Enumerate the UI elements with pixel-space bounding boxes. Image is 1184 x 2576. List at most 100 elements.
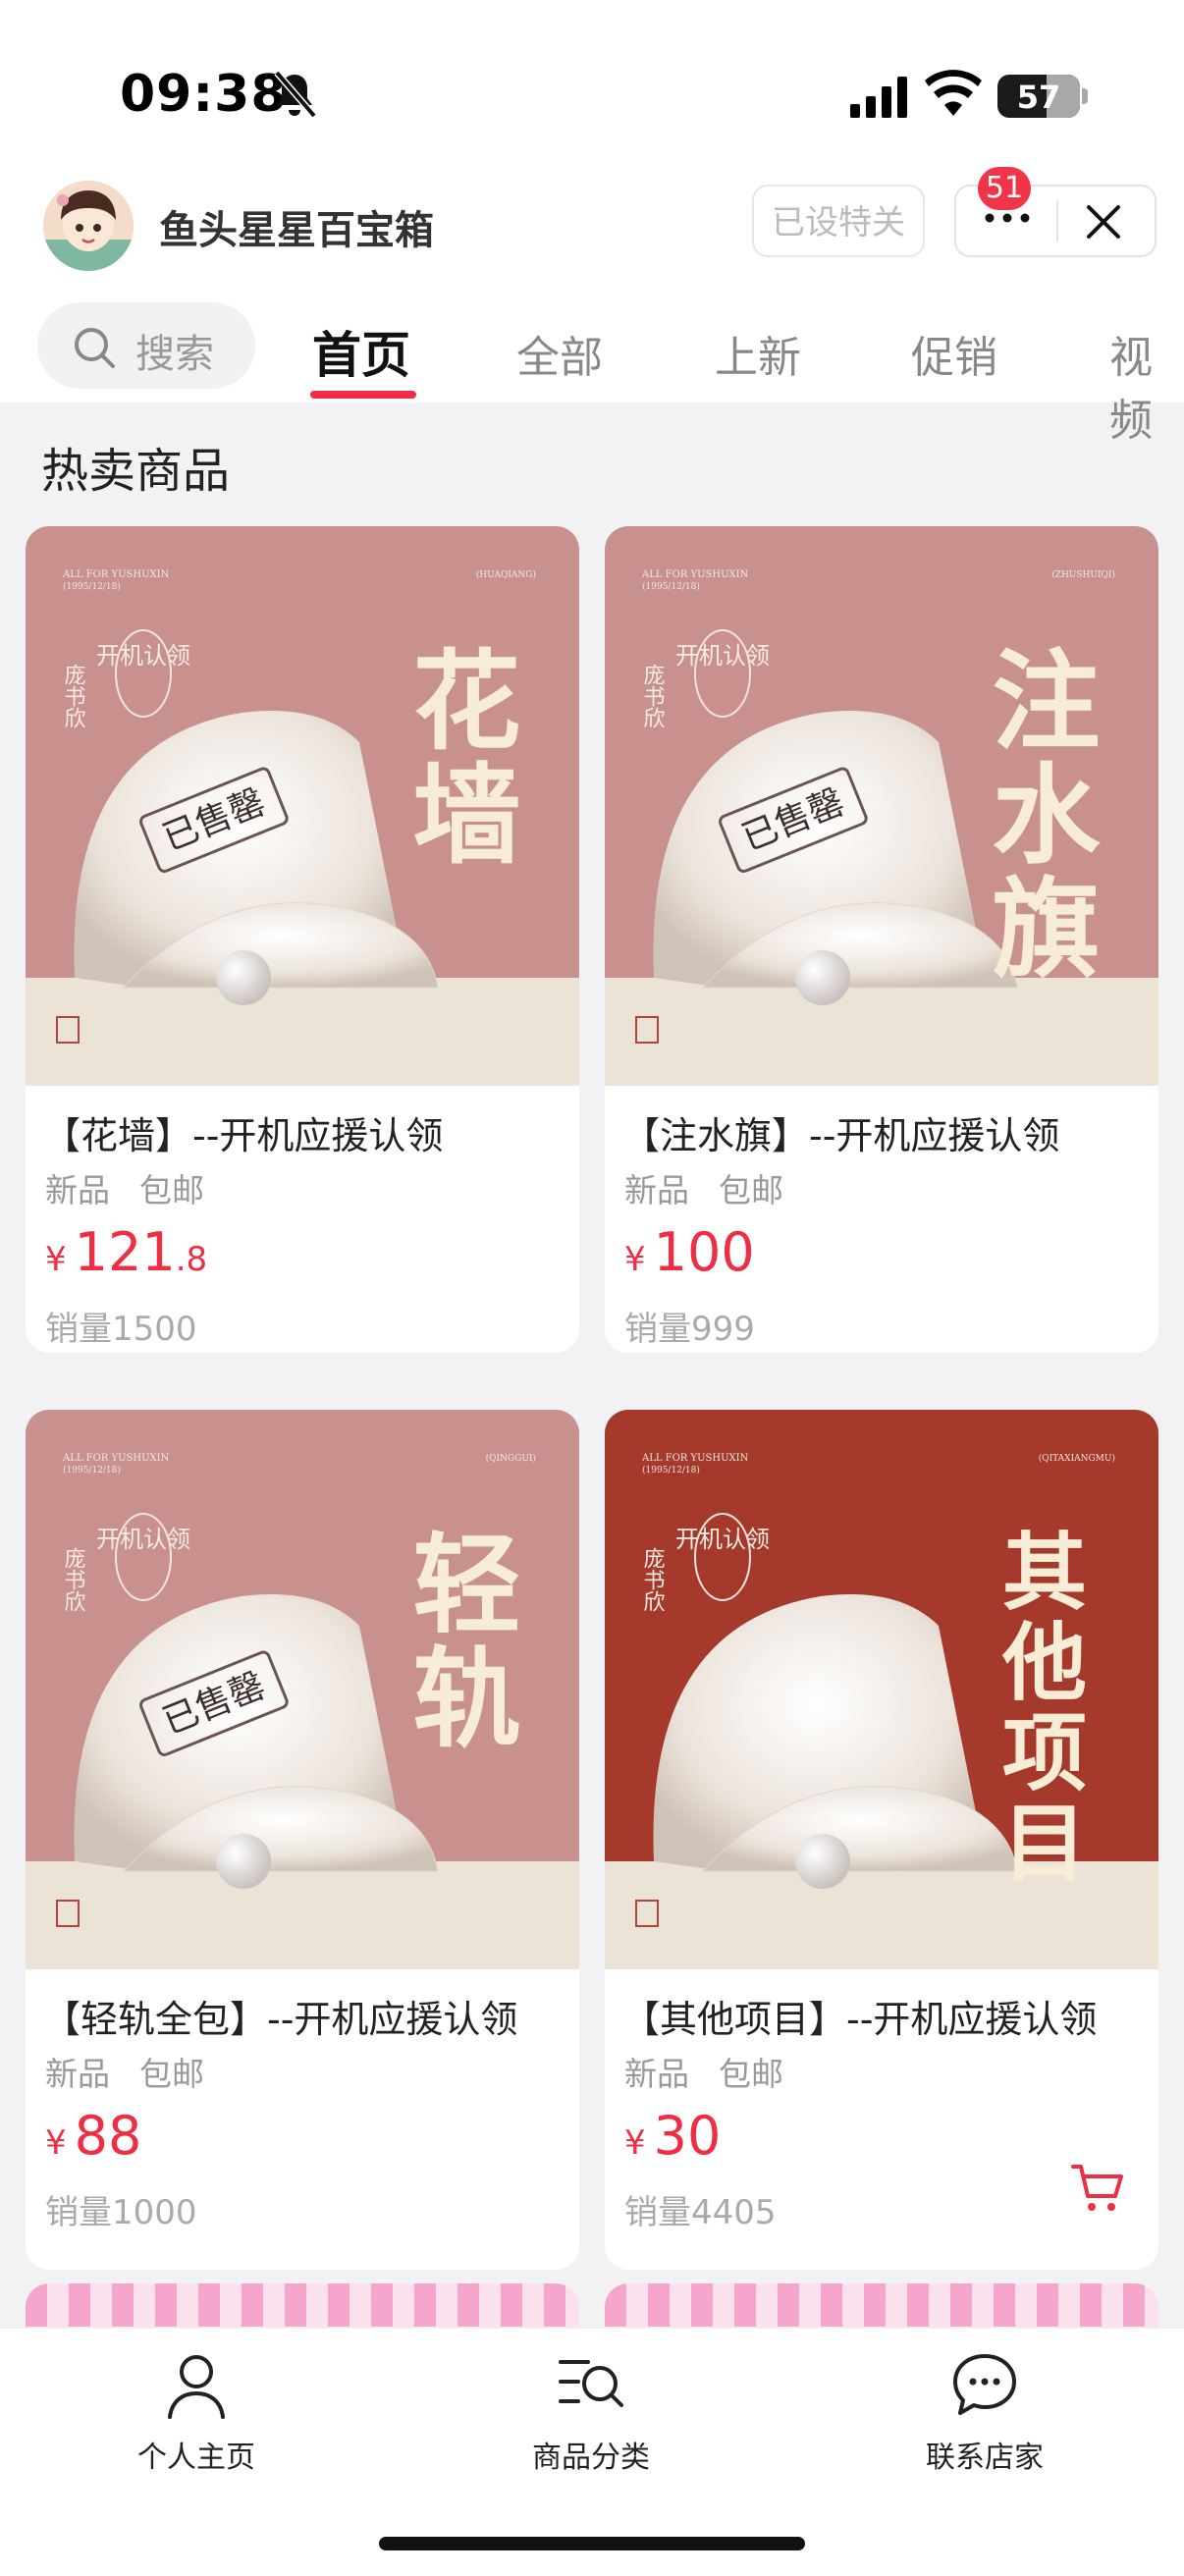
nav-categories[interactable]: 商品分类: [483, 2348, 699, 2476]
price-decimal: .8: [175, 1240, 208, 1279]
shop-header: 鱼头星星百宝箱 已设特关 51 搜索 首页 全部 上新 促销 视频: [0, 157, 1184, 446]
price-integer: 88: [74, 2105, 142, 2167]
product-title[interactable]: 【注水旗】--开机应援认领: [622, 1105, 1143, 1159]
clock: 09:38: [120, 65, 288, 124]
special-follow-button[interactable]: 已设特关: [752, 185, 925, 257]
art-date: (1995/12/18): [63, 581, 121, 592]
price-integer: 30: [653, 2105, 722, 2167]
nav-contact-seller[interactable]: 联系店家: [877, 2348, 1093, 2476]
art-code: (QITAXIANGMU): [1039, 1453, 1115, 1464]
tag-new: 新品: [624, 2055, 689, 2093]
art-brand: ALL FOR YUSHUXIN: [62, 569, 170, 580]
tab-all[interactable]: 全部: [516, 322, 603, 385]
sales-count: 销量4405: [624, 2193, 777, 2232]
nav-categories-label: 商品分类: [532, 2441, 650, 2475]
tag-new: 新品: [624, 1171, 689, 1209]
product-card[interactable]: ALL FOR YUSHUXIN (1995/12/18) (ZHUSHUIQI…: [605, 526, 1158, 1353]
tag-new: 新品: [45, 1171, 110, 1209]
category-search-icon: [559, 2360, 623, 2407]
product-price: ¥100: [624, 1221, 755, 1283]
art-date: (1995/12/18): [63, 1465, 121, 1476]
chat-icon: [953, 2354, 1016, 2415]
product-image[interactable]: ALL FOR YUSHUXIN (1995/12/18) (QINGGUI) …: [26, 1410, 579, 1969]
product-tags: 新品 包邮: [45, 1164, 204, 1211]
product-price: ¥88: [45, 2105, 141, 2167]
art-side: 开机认领: [675, 1526, 770, 1553]
add-to-cart-icon[interactable]: [1070, 2162, 1125, 2215]
art-title: 注水旗: [974, 644, 1101, 986]
art-title: 花墙: [395, 644, 521, 872]
battery-cap: [1082, 88, 1088, 104]
nav-profile-label: 个人主页: [137, 2441, 255, 2475]
close-icon[interactable]: [1084, 202, 1123, 242]
shop-avatar[interactable]: [43, 181, 134, 271]
art-side: 开机认领: [96, 1526, 190, 1553]
more-icon[interactable]: [982, 208, 1033, 228]
tag-free-shipping: 包邮: [719, 1171, 783, 1209]
tag-free-shipping: 包邮: [139, 2055, 204, 2093]
currency-symbol: ¥: [45, 2123, 67, 2163]
product-tags: 新品 包邮: [45, 2048, 204, 2095]
active-tab-indicator: [310, 391, 416, 399]
art-date: (1995/12/18): [642, 581, 700, 592]
status-bar: 09:38 57: [0, 0, 1184, 157]
art-code: (ZHUSHUIQI): [1051, 569, 1115, 580]
art-side: 开机认领: [96, 642, 190, 670]
nav-contact-label: 联系店家: [926, 2441, 1044, 2475]
product-title[interactable]: 【花墙】--开机应援认领: [43, 1105, 564, 1159]
art-code: (QINGGUI): [486, 1453, 536, 1464]
product-image[interactable]: ALL FOR YUSHUXIN (1995/12/18) (HUAQIANG)…: [26, 526, 579, 1086]
art-title: 轻轨: [395, 1528, 521, 1755]
sales-count: 销量999: [624, 1310, 755, 1349]
search-placeholder: 搜索: [135, 332, 214, 377]
product-title[interactable]: 【其他项目】--开机应援认领: [622, 1989, 1143, 2043]
currency-symbol: ¥: [624, 1240, 646, 1279]
product-title[interactable]: 【轻轨全包】--开机应援认领: [43, 1989, 564, 2043]
product-tags: 新品 包邮: [624, 2048, 783, 2095]
art-name: 庞书欣: [61, 1547, 86, 1612]
art-code: (HUAQIANG): [476, 569, 536, 580]
signal-icon: [850, 77, 907, 118]
product-price: ¥30: [624, 2105, 721, 2167]
art-name: 庞书欣: [640, 1547, 666, 1612]
art-brand: ALL FOR YUSHUXIN: [641, 1453, 749, 1464]
product-card[interactable]: ALL FOR YUSHUXIN (1995/12/18) (QITAXIANG…: [605, 1410, 1158, 2270]
section-title: 热卖商品: [41, 444, 231, 499]
art-name: 庞书欣: [61, 664, 86, 728]
art-side: 开机认领: [675, 642, 770, 670]
tag-free-shipping: 包邮: [139, 1171, 204, 1209]
tab-video[interactable]: 视频: [1109, 322, 1184, 448]
notification-badge: 51: [978, 167, 1031, 210]
price-integer: 100: [653, 1221, 755, 1283]
currency-symbol: ¥: [624, 2123, 646, 2163]
home-indicator: [379, 2537, 805, 2550]
sales-count: 销量1000: [45, 2193, 197, 2232]
product-price: ¥121.8: [45, 1221, 207, 1283]
shop-name[interactable]: 鱼头星星百宝箱: [159, 198, 434, 255]
search-input[interactable]: 搜索: [37, 302, 255, 389]
art-name: 庞书欣: [640, 664, 666, 728]
product-image[interactable]: ALL FOR YUSHUXIN (1995/12/18) (ZHUSHUIQI…: [605, 526, 1158, 1086]
tab-promotion[interactable]: 促销: [911, 322, 997, 385]
art-brand: ALL FOR YUSHUXIN: [62, 1453, 170, 1464]
bell-mute-icon: [274, 70, 317, 119]
tag-free-shipping: 包邮: [719, 2055, 783, 2093]
tag-new: 新品: [45, 2055, 110, 2093]
product-tags: 新品 包邮: [624, 1164, 783, 1211]
product-card[interactable]: ALL FOR YUSHUXIN (1995/12/18) (HUAQIANG)…: [26, 526, 579, 1353]
art-date: (1995/12/18): [642, 1465, 700, 1476]
sales-count: 销量1500: [45, 1310, 197, 1349]
currency-symbol: ¥: [45, 1240, 67, 1279]
wifi-icon: [925, 70, 982, 116]
search-icon: [75, 328, 115, 368]
price-integer: 121: [74, 1221, 176, 1283]
nav-profile[interactable]: 个人主页: [88, 2348, 304, 2476]
tab-home[interactable]: 首页: [312, 316, 410, 387]
art-brand: ALL FOR YUSHUXIN: [641, 569, 749, 580]
product-image[interactable]: ALL FOR YUSHUXIN (1995/12/18) (QITAXIANG…: [605, 1410, 1158, 1969]
tab-new[interactable]: 上新: [715, 322, 801, 385]
product-card[interactable]: ALL FOR YUSHUXIN (1995/12/18) (QINGGUI) …: [26, 1410, 579, 2270]
art-title: 其他项目: [988, 1528, 1088, 1889]
battery-indicator: 57: [997, 75, 1080, 118]
person-icon: [168, 2355, 225, 2419]
